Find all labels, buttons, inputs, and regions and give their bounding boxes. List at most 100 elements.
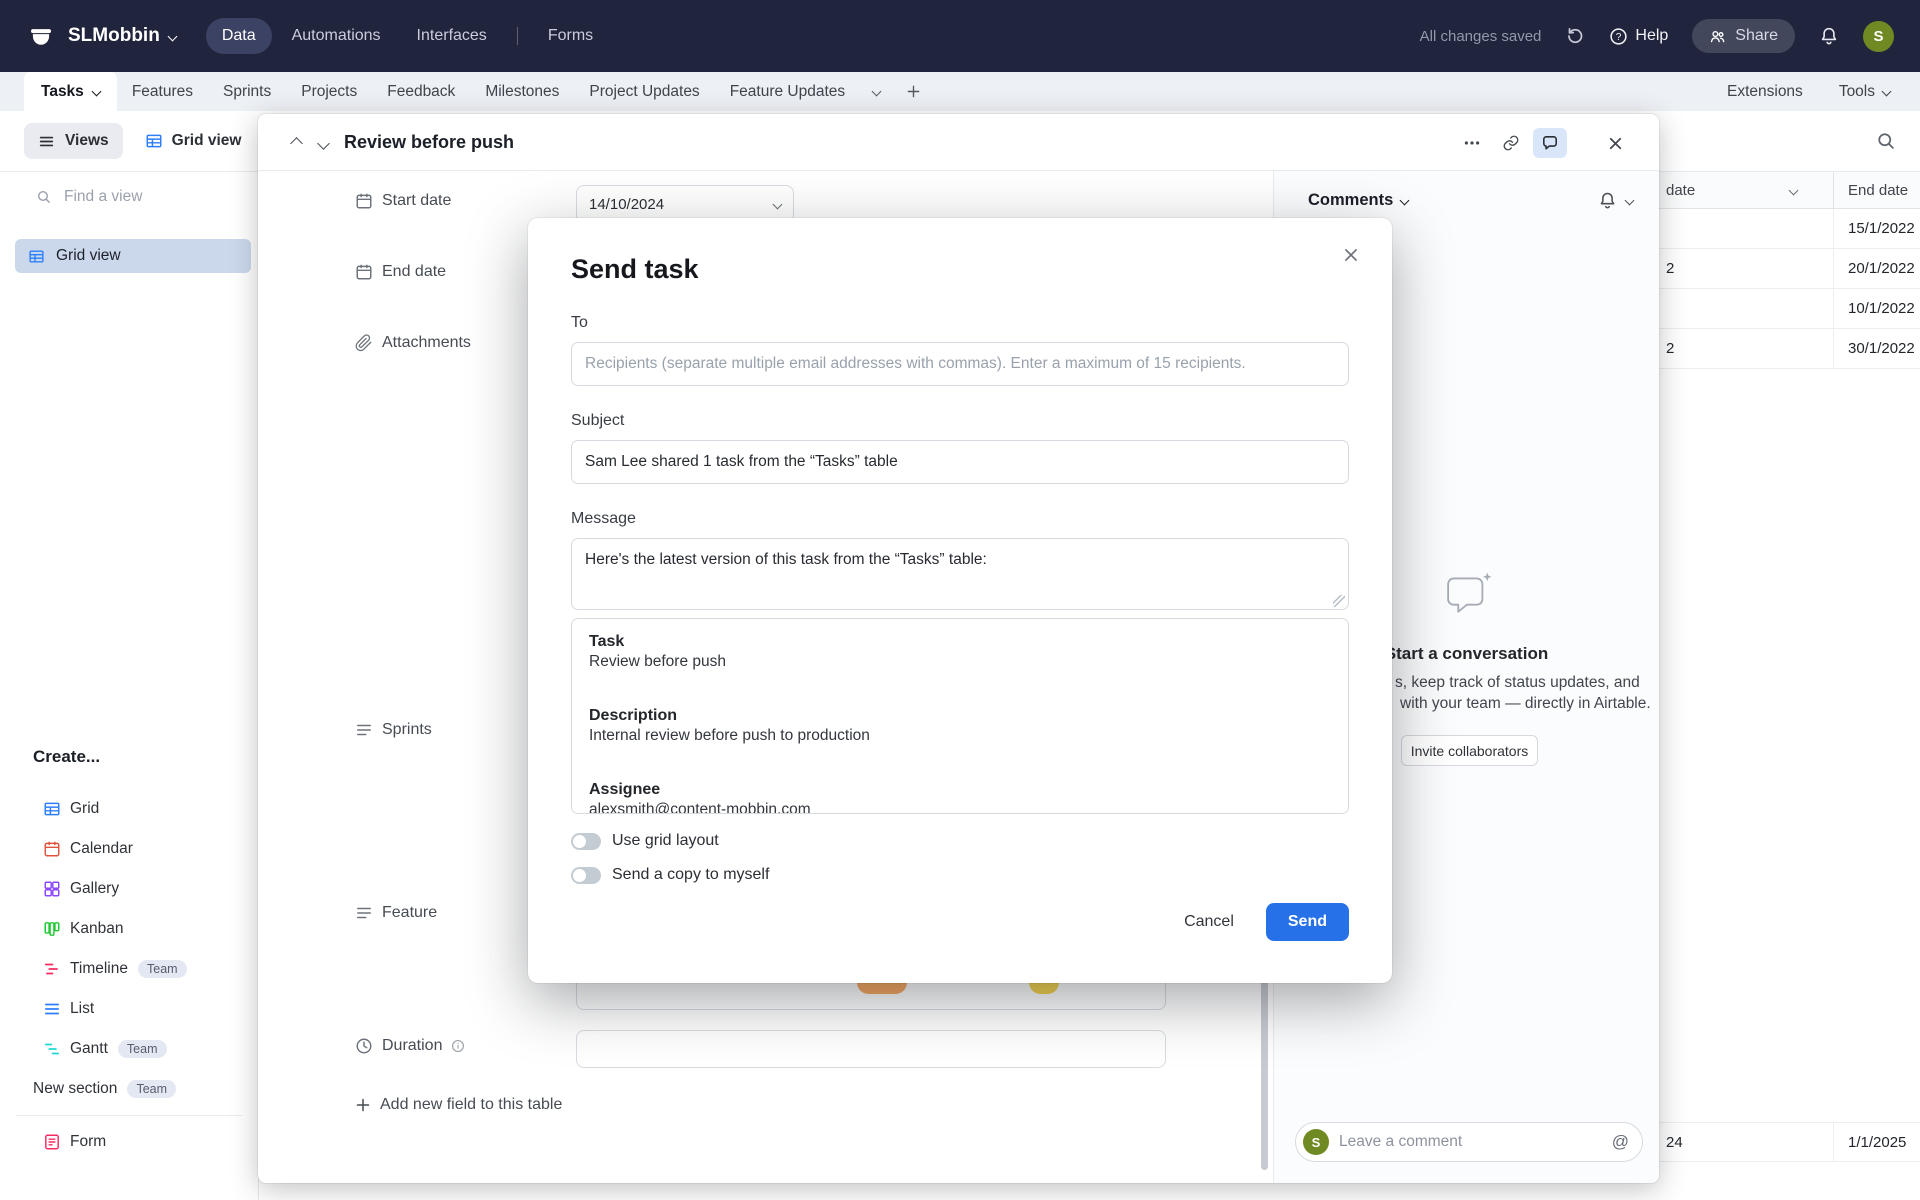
cancel-button[interactable]: Cancel [1166,903,1252,941]
user-avatar[interactable]: S [1863,20,1894,52]
cell: 2 [1659,249,1834,288]
field-name: Sprints [382,721,432,738]
mention-at-icon[interactable]: @ [1612,1132,1629,1152]
chat-bubble-illustration-icon [1439,564,1499,624]
tab-overflow-chevron[interactable] [860,72,893,111]
workspace-name: SLMobbin [68,25,160,46]
create-item-grid[interactable]: Grid [0,789,258,829]
create-item-kanban[interactable]: Kanban [0,909,258,949]
dialog-footer: Cancel Send [1166,903,1349,941]
use-grid-layout-toggle[interactable] [571,832,601,850]
grid-view-icon [146,134,162,148]
notifications-bell-icon[interactable] [1819,26,1839,46]
hamburger-icon [39,136,54,146]
create-item-timeline[interactable]: Timeline Team [0,949,258,989]
find-view-placeholder: Find a view [64,188,143,205]
send-button[interactable]: Send [1265,903,1349,941]
team-badge: Team [117,1040,167,1058]
tab-features[interactable]: Features [117,72,208,111]
cell: 24 [1659,1123,1834,1161]
sidebar-view-grid-view[interactable]: Grid view [15,239,251,273]
tab-projects[interactable]: Projects [286,72,372,111]
extensions-button[interactable]: Extensions [1727,83,1803,101]
help-button[interactable]: ? Help [1609,27,1668,46]
subject-input[interactable] [571,440,1349,484]
tab-sprints[interactable]: Sprints [208,72,286,111]
nav-item-data[interactable]: Data [205,18,272,54]
search-icon [37,190,50,203]
cell: 1/1/2025 [1848,1133,1907,1151]
nav-item-forms[interactable]: Forms [532,18,609,54]
comments-header: Comments [1308,191,1635,210]
close-record-icon[interactable] [1598,128,1632,158]
more-options-icon[interactable] [1455,128,1489,158]
table-row[interactable]: 2 20/1/2022 [1659,249,1920,289]
search-icon[interactable] [1876,131,1896,151]
preview-field-value: alexsmith@content-mobbin.com [589,801,811,814]
cell: 10/1/2022 [1848,300,1915,317]
workspace-switcher[interactable]: SLMobbin [68,25,178,47]
tools-button[interactable]: Tools [1839,83,1892,101]
create-item-list[interactable]: List [0,989,258,1029]
table-row[interactable]: 2 30/1/2022 [1659,329,1920,369]
comment-composer[interactable]: S Leave a comment @ [1295,1122,1643,1162]
to-label: To [571,314,588,331]
list-icon [43,1000,61,1018]
table-row[interactable]: 24 1/1/2025 [1659,1122,1920,1162]
grid-view-button[interactable]: Grid view [145,132,241,150]
create-item-gantt[interactable]: Gantt Team [0,1029,258,1069]
tab-tasks[interactable]: Tasks [24,72,117,111]
history-icon[interactable] [1565,26,1585,46]
cell: 2 [1659,329,1834,368]
create-item-calendar[interactable]: Calendar [0,829,258,869]
nav-item-automations[interactable]: Automations [276,18,397,54]
column-header-end-date[interactable]: End date [1834,172,1920,208]
add-field-button[interactable]: Add new field to this table [355,1096,562,1114]
comments-dropdown[interactable]: Comments [1308,191,1410,210]
invite-collaborators-button[interactable]: Invite collaborators [1401,735,1538,766]
task-preview-box: Task Review before push Description Inte… [571,618,1349,814]
nav-item-interfaces[interactable]: Interfaces [401,18,503,54]
grid-icon [43,800,61,818]
cell: 30/1/2022 [1848,340,1915,357]
chevron-down-icon [1881,86,1892,97]
item-label: Timeline [70,960,128,977]
send-task-dialog: Send task To Subject Message Here's the … [528,218,1392,983]
tabbar-right: Extensions Tools [1727,72,1920,111]
column-header-date[interactable]: date [1659,172,1834,208]
item-label: Grid [70,800,100,817]
create-item-new-section[interactable]: New section Team [0,1069,258,1109]
share-button[interactable]: Share [1692,19,1795,53]
next-record-button[interactable] [309,129,337,157]
table-row[interactable]: 10/1/2022 [1659,289,1920,329]
composer-avatar: S [1303,1129,1329,1155]
tab-project-updates[interactable]: Project Updates [574,72,714,111]
create-item-gallery[interactable]: Gallery [0,869,258,909]
find-view-search-input[interactable]: Find a view [36,188,142,206]
dialog-close-icon[interactable] [1336,240,1366,270]
table-row[interactable]: 15/1/2022 [1659,209,1920,249]
tab-feature-updates[interactable]: Feature Updates [715,72,860,111]
message-textarea[interactable]: Here's the latest version of this task f… [571,538,1349,610]
help-label: Help [1635,27,1669,44]
tab-milestones[interactable]: Milestones [470,72,574,111]
item-label: Calendar [70,840,133,857]
toggle-comments-icon[interactable] [1533,128,1567,158]
app-logo-icon[interactable] [26,21,56,51]
preview-item-task: Task Review before push [589,632,1331,672]
previous-record-button[interactable] [282,129,310,157]
comments-notification-setting[interactable] [1598,191,1635,210]
kanban-icon [43,920,61,938]
team-badge: Team [138,960,187,978]
gantt-icon [43,1040,61,1058]
add-table-button[interactable] [893,72,934,111]
views-button[interactable]: Views [24,123,123,159]
recipients-input[interactable] [571,342,1349,386]
copy-link-icon[interactable] [1494,128,1528,158]
tab-feedback[interactable]: Feedback [372,72,470,111]
create-item-form[interactable]: Form [0,1122,258,1162]
send-copy-toggle[interactable] [571,866,601,884]
item-label: Form [70,1133,107,1150]
duration-input[interactable] [576,1030,1166,1068]
list-icon [357,724,371,736]
